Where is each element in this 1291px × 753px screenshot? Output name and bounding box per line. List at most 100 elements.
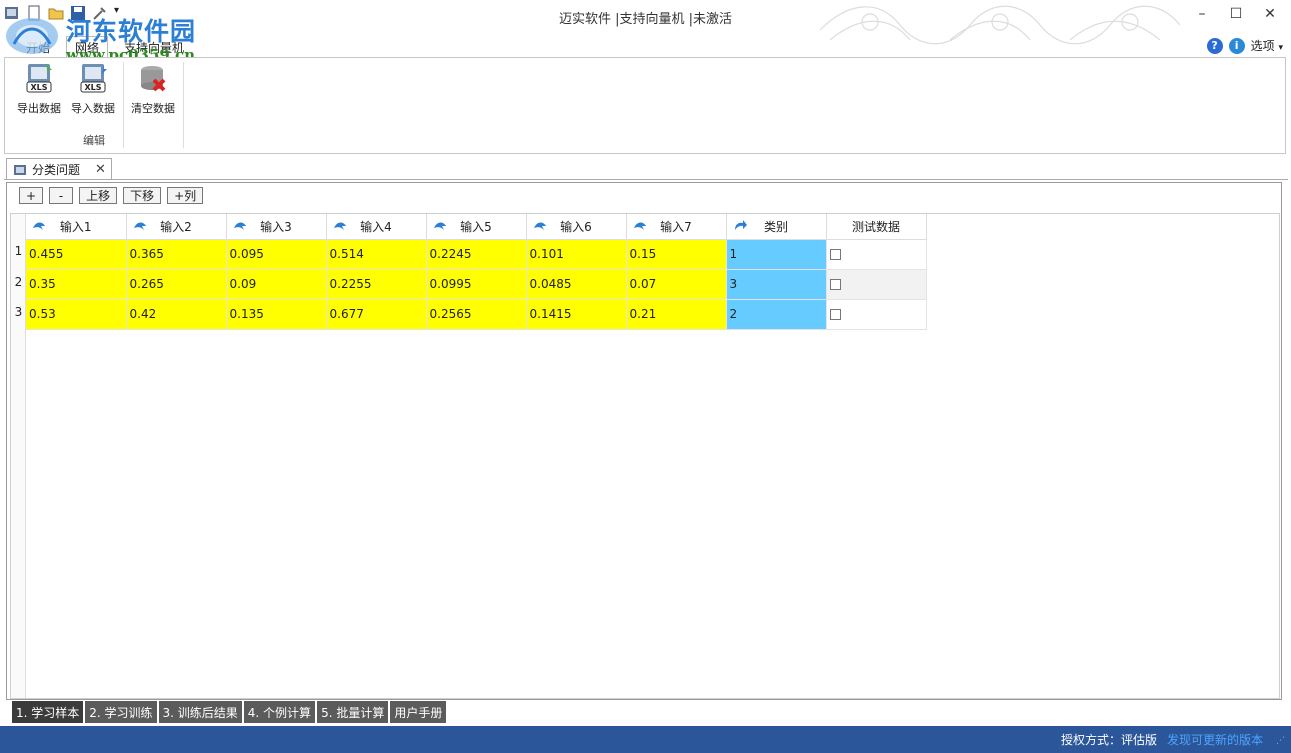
category-cell[interactable]: 1 (726, 239, 827, 270)
table-cell[interactable]: 0.09 (226, 269, 327, 300)
table-row: 0.35 0.265 0.09 0.2255 0.0995 0.0485 0.0… (26, 269, 927, 300)
group-separator (183, 62, 184, 148)
tab-learning-samples[interactable]: 1. 学习样本 (12, 701, 84, 723)
move-down-button[interactable]: 下移 (123, 187, 162, 204)
document-tab-label: 分类问题 (32, 163, 81, 177)
data-grid: 1 2 3 输入1 输入2 输入3 输入4 输入5 输入6 输入7 类别 测试数… (10, 213, 1280, 699)
table-cell[interactable]: 0.15 (626, 239, 727, 270)
import-data-button[interactable]: XLS 导入数据 (67, 62, 119, 116)
export-xls-icon: XLS (26, 64, 52, 93)
move-up-button[interactable]: 上移 (79, 187, 118, 204)
license-status: 授权方式：评估版 (1060, 733, 1157, 747)
row-header-gutter: 1 2 3 (11, 214, 26, 698)
column-header[interactable]: 输入4 (326, 214, 427, 240)
category-cell[interactable]: 3 (726, 269, 827, 300)
table-cell[interactable]: 0.677 (326, 299, 427, 330)
row-number: 2 (14, 275, 23, 289)
table-cell[interactable]: 0.0995 (426, 269, 527, 300)
clear-data-button[interactable]: 清空数据 (127, 62, 179, 116)
column-header[interactable]: 输入6 (526, 214, 627, 240)
maximize-button[interactable]: ☐ (1219, 2, 1253, 26)
table-cell[interactable]: 0.35 (26, 269, 127, 300)
document-icon (14, 164, 26, 175)
input-column-icon (433, 222, 446, 230)
import-xls-icon: XLS (80, 64, 107, 93)
status-bar: 授权方式：评估版 发现可更新的版本 ⋰ (0, 726, 1291, 753)
tab-single-calculation[interactable]: 4. 个例计算 (243, 701, 316, 723)
column-header[interactable]: 输入2 (126, 214, 227, 240)
add-row-button[interactable]: + (19, 187, 44, 204)
table-cell[interactable]: 0.135 (226, 299, 327, 330)
tab-training-results[interactable]: 3. 训练后结果 (158, 701, 242, 723)
svg-text:XLS: XLS (84, 83, 101, 92)
group-label-edit: 编辑 (83, 134, 105, 147)
resize-grip-icon[interactable]: ⋰ (1276, 736, 1285, 746)
clear-data-label: 清空数据 (131, 102, 175, 115)
tab-divider (4, 179, 1288, 180)
test-data-checkbox[interactable] (829, 249, 841, 260)
test-data-cell (826, 239, 927, 270)
tab-user-manual[interactable]: 用户手册 (390, 701, 447, 723)
table-cell[interactable]: 0.07 (626, 269, 727, 300)
close-button[interactable]: ✕ (1253, 2, 1287, 26)
test-data-checkbox[interactable] (829, 279, 841, 290)
column-header[interactable]: 类别 (726, 214, 827, 240)
table-cell[interactable]: 0.2245 (426, 239, 527, 270)
table-cell[interactable]: 0.53 (26, 299, 127, 330)
minimize-button[interactable]: – (1185, 2, 1219, 26)
table-cell[interactable]: 0.265 (126, 269, 227, 300)
options-menu[interactable]: 选项 ▾ (1251, 37, 1283, 54)
column-header[interactable]: 测试数据 (826, 214, 927, 240)
input-column-icon (533, 222, 546, 230)
chevron-down-icon: ▾ (1278, 43, 1283, 53)
export-data-button[interactable]: XLS 导出数据 (13, 62, 65, 116)
test-data-cell (826, 269, 927, 300)
table-cell[interactable]: 0.514 (326, 239, 427, 270)
row-number: 3 (14, 305, 23, 319)
table-cell[interactable]: 0.455 (26, 239, 127, 270)
document-tab[interactable]: 分类问题 ✕ (6, 158, 112, 180)
column-header[interactable]: 输入3 (226, 214, 327, 240)
test-data-checkbox[interactable] (829, 309, 841, 320)
table-cell[interactable]: 0.2255 (326, 269, 427, 300)
table-cell[interactable]: 0.0485 (526, 269, 627, 300)
column-header[interactable]: 输入1 (26, 214, 127, 240)
table-cell[interactable]: 0.1415 (526, 299, 627, 330)
help-icon[interactable]: ? (1206, 37, 1223, 54)
grid-toolbar: + - 上移 下移 +列 (19, 187, 204, 204)
table-cell[interactable]: 0.42 (126, 299, 227, 330)
bottom-tab-bar: 1. 学习样本 2. 学习训练 3. 训练后结果 4. 个例计算 5. 批量计算… (12, 701, 447, 723)
table-cell[interactable]: 0.365 (126, 239, 227, 270)
options-label: 选项 (1250, 39, 1275, 53)
ribbon-panel: XLS 导出数据 XLS 导入数据 清空数据 编辑 (4, 57, 1286, 154)
add-column-button[interactable]: +列 (167, 187, 204, 204)
tab-batch-calculation[interactable]: 5. 批量计算 (317, 701, 389, 723)
input-column-icon (133, 222, 146, 230)
input-column-icon (633, 222, 646, 230)
tab-learning-training[interactable]: 2. 学习训练 (85, 701, 157, 723)
column-header[interactable]: 输入5 (426, 214, 527, 240)
table-cell[interactable]: 0.2565 (426, 299, 527, 330)
table-cell[interactable]: 0.101 (526, 239, 627, 270)
table-cell[interactable]: 0.21 (626, 299, 727, 330)
remove-row-button[interactable]: - (49, 187, 74, 204)
data-table: 输入1 输入2 输入3 输入4 输入5 输入6 输入7 类别 测试数据 0.45… (26, 214, 927, 330)
content-panel: + - 上移 下移 +列 1 2 3 输入1 输入2 输入3 输入4 输入5 输… (6, 182, 1282, 700)
column-header[interactable]: 输入7 (626, 214, 727, 240)
import-data-label: 导入数据 (71, 102, 115, 115)
test-data-cell (826, 299, 927, 330)
info-icon[interactable]: i (1228, 37, 1245, 54)
category-cell[interactable]: 2 (726, 299, 827, 330)
svg-text:XLS: XLS (30, 83, 47, 92)
close-tab-icon[interactable]: ✕ (95, 162, 106, 177)
table-row: 0.53 0.42 0.135 0.677 0.2565 0.1415 0.21… (26, 299, 927, 330)
input-column-icon (33, 222, 45, 230)
group-separator (123, 62, 124, 148)
update-link[interactable]: 发现可更新的版本 (1167, 731, 1263, 748)
clear-database-icon (141, 66, 166, 92)
table-cell[interactable]: 0.095 (226, 239, 327, 270)
watermark-logo (6, 18, 58, 54)
header-row: 输入1 输入2 输入3 输入4 输入5 输入6 输入7 类别 测试数据 (26, 214, 927, 240)
output-column-icon (734, 220, 747, 230)
input-column-icon (233, 222, 246, 230)
